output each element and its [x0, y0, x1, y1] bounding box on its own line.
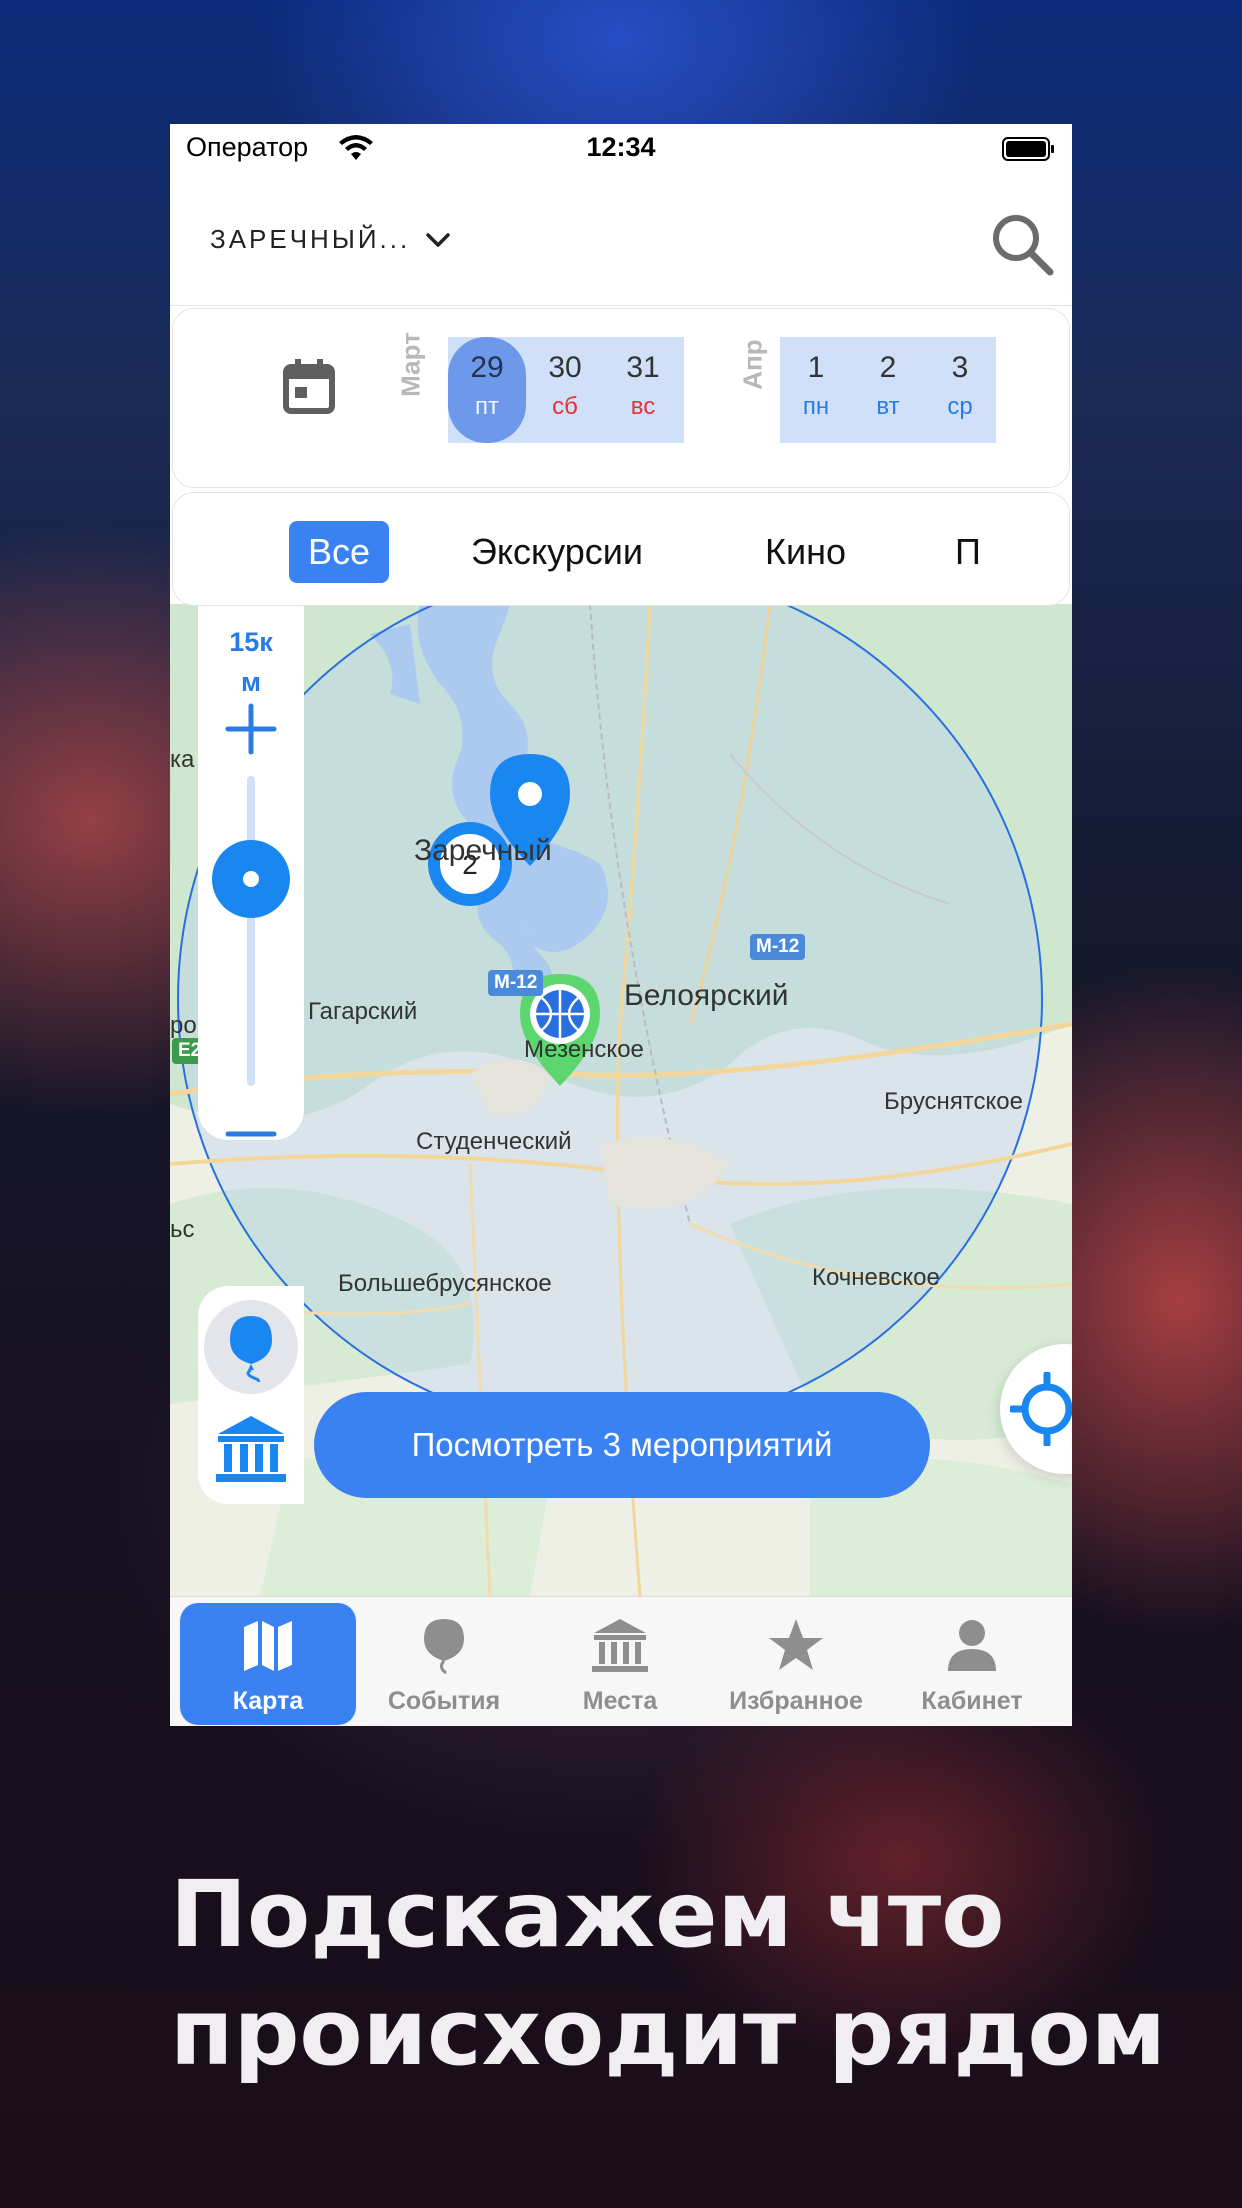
- view-events-button[interactable]: Посмотреть 3 мероприятий: [314, 1392, 930, 1498]
- tab-label: События: [387, 1687, 501, 1715]
- zoom-in-icon[interactable]: [224, 702, 278, 756]
- map-label-town: Мезенское: [524, 1036, 644, 1063]
- day-weekday: пт: [475, 393, 499, 420]
- tab-label: Кабинет: [921, 1687, 1023, 1715]
- day-number: 29: [470, 351, 504, 384]
- day-weekday: пн: [802, 393, 830, 420]
- calendar-icon[interactable]: [283, 359, 335, 415]
- map-label-town: Студенческий: [416, 1128, 572, 1155]
- zoom-slider-track[interactable]: [247, 776, 255, 1086]
- date-picker: Март 29 пт 30 сб 31 вс Апр 1 пн 2 вт 3 с…: [172, 308, 1070, 488]
- tab-label: Избранное: [729, 1687, 863, 1715]
- chevron-down-icon: [426, 232, 450, 247]
- city-label: ЗАРЕЧНЫЙ...: [210, 224, 411, 254]
- month-label-april: Апр: [737, 339, 768, 390]
- map-label-town: ка: [170, 746, 195, 773]
- balloon-icon: [424, 1619, 464, 1675]
- map-label-town: ьс: [170, 1216, 195, 1243]
- caption-line: происходит рядом: [170, 1979, 1166, 2086]
- category-excursions[interactable]: Экскурсии: [471, 521, 643, 583]
- map-label-town: Гагарский: [308, 998, 418, 1025]
- zoom-radius-label: 15к м: [198, 622, 304, 702]
- tab-profile[interactable]: Кабинет: [884, 1603, 1060, 1725]
- day-number: 3: [951, 351, 969, 384]
- caption-line: Подскажем что: [170, 1861, 1005, 1968]
- phone-screen: Оператор 12:34 ЗАРЕЧНЫЙ... Март 29 пт 30…: [170, 124, 1072, 1726]
- zoom-panel: 15к м: [198, 604, 304, 1140]
- layer-panel: [198, 1286, 304, 1504]
- road-badge: М-12: [750, 934, 806, 960]
- day-2[interactable]: 2 вт: [852, 337, 924, 443]
- city-selector[interactable]: ЗАРЕЧНЫЙ...: [210, 224, 452, 255]
- day-30[interactable]: 30 сб: [526, 337, 604, 443]
- status-bar: Оператор 12:34: [170, 124, 1072, 184]
- day-1[interactable]: 1 пн: [780, 337, 852, 443]
- month-label-march: Март: [395, 332, 426, 397]
- day-number: 2: [879, 351, 897, 384]
- person-icon: [948, 1620, 996, 1671]
- zoom-radius-value: 15к м: [229, 627, 273, 697]
- category-more[interactable]: П: [955, 521, 981, 583]
- museum-icon: [592, 1619, 648, 1672]
- app-header: ЗАРЕЧНЫЙ...: [170, 184, 1072, 306]
- day-number: 30: [548, 351, 582, 384]
- day-3[interactable]: 3 ср: [924, 337, 996, 443]
- tab-places[interactable]: Места: [532, 1603, 708, 1725]
- tab-label: Места: [582, 1687, 658, 1715]
- bottom-tab-bar: Карта События Места Избранное Кабинет: [170, 1596, 1072, 1726]
- day-number: 1: [807, 351, 825, 384]
- day-weekday: вт: [876, 393, 900, 420]
- tab-favorites[interactable]: Избранное: [708, 1603, 884, 1725]
- day-31[interactable]: 31 вс: [604, 337, 682, 443]
- day-weekday: ср: [947, 393, 973, 420]
- promo-caption: Подскажем что происходит рядом: [170, 1856, 1210, 2092]
- days-group-april: 1 пн 2 вт 3 ср: [780, 337, 996, 443]
- category-cinema[interactable]: Кино: [765, 521, 846, 583]
- days-group-march: 29 пт 30 сб 31 вс: [448, 337, 684, 443]
- star-icon: [769, 1619, 823, 1670]
- map-icon: [244, 1621, 292, 1671]
- day-weekday: вс: [630, 393, 656, 420]
- zoom-out-icon[interactable]: [224, 1124, 278, 1144]
- map-label-town: Бруснятское: [884, 1088, 1023, 1115]
- battery-icon: [1002, 137, 1054, 161]
- day-number: 31: [626, 351, 660, 384]
- category-tabs: Все Экскурсии Кино П: [172, 492, 1070, 606]
- zoom-slider-handle[interactable]: [212, 840, 290, 918]
- day-29[interactable]: 29 пт: [448, 337, 526, 443]
- tab-label: Карта: [232, 1687, 304, 1715]
- crosshair-icon: [1010, 1372, 1072, 1446]
- tab-map[interactable]: Карта: [180, 1603, 356, 1725]
- day-weekday: сб: [552, 393, 578, 420]
- pin-dot: [518, 782, 542, 806]
- map-label-town: Кочневское: [812, 1264, 940, 1291]
- category-all[interactable]: Все: [289, 521, 389, 583]
- map-label-town: Большебрусянское: [338, 1270, 552, 1297]
- tab-events[interactable]: События: [356, 1603, 532, 1725]
- map-label-town: Заречный: [414, 834, 552, 867]
- museum-icon[interactable]: [212, 1412, 290, 1486]
- layer-events-toggle[interactable]: [204, 1300, 298, 1394]
- status-time: 12:34: [586, 132, 656, 162]
- map-label-town: Белоярский: [624, 979, 789, 1012]
- balloon-icon: [230, 1316, 272, 1382]
- road-badge: М-12: [488, 970, 544, 996]
- search-icon[interactable]: [988, 210, 1056, 278]
